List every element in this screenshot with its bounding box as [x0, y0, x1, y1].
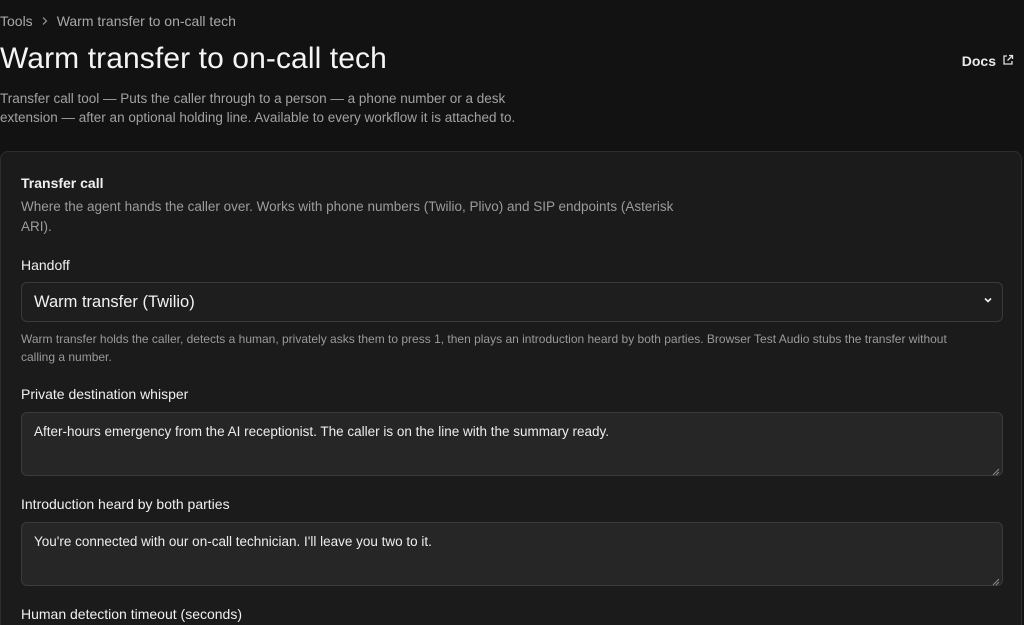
introduction-textarea-value: You're connected with our on-call techni…	[34, 534, 432, 549]
page-title: Warm transfer to on-call tech	[0, 42, 387, 75]
breadcrumb-current: Warm transfer to on-call tech	[56, 13, 236, 29]
section-title: Transfer call	[21, 175, 104, 191]
handoff-select-value: Warm transfer (Twilio)	[34, 292, 195, 311]
page-description: Transfer call tool — Puts the caller thr…	[0, 91, 516, 125]
whisper-textarea-value: After-hours emergency from the AI recept…	[34, 424, 610, 439]
introduction-textarea[interactable]: You're connected with our on-call techni…	[21, 522, 1003, 586]
resize-handle-icon[interactable]	[991, 464, 1000, 476]
introduction-label: Introduction heard by both parties	[21, 496, 230, 512]
timeout-label: Human detection timeout (seconds)	[21, 606, 242, 622]
docs-label: Docs	[961, 53, 996, 69]
breadcrumb-tools-link[interactable]: Tools	[0, 13, 33, 29]
docs-link[interactable]: Docs	[962, 53, 1014, 69]
section-description: Where the agent hands the caller over. W…	[21, 199, 674, 234]
resize-handle-icon[interactable]	[991, 574, 1000, 586]
handoff-label: Handoff	[21, 257, 70, 273]
handoff-select[interactable]: Warm transfer (Twilio)	[21, 282, 1003, 322]
chevron-right-icon	[40, 16, 50, 26]
whisper-textarea[interactable]: After-hours emergency from the AI recept…	[21, 412, 1003, 476]
external-link-icon	[1002, 53, 1014, 69]
transfer-call-card: Transfer call Where the agent hands the …	[0, 151, 1022, 625]
chevron-down-icon	[982, 293, 994, 311]
handoff-help-text: Warm transfer holds the caller, detects …	[21, 332, 947, 364]
breadcrumb: Tools Warm transfer to on-call tech	[0, 13, 236, 29]
whisper-label: Private destination whisper	[21, 386, 189, 402]
tool-detail-page: Tools Warm transfer to on-call tech Warm…	[0, 0, 1024, 625]
